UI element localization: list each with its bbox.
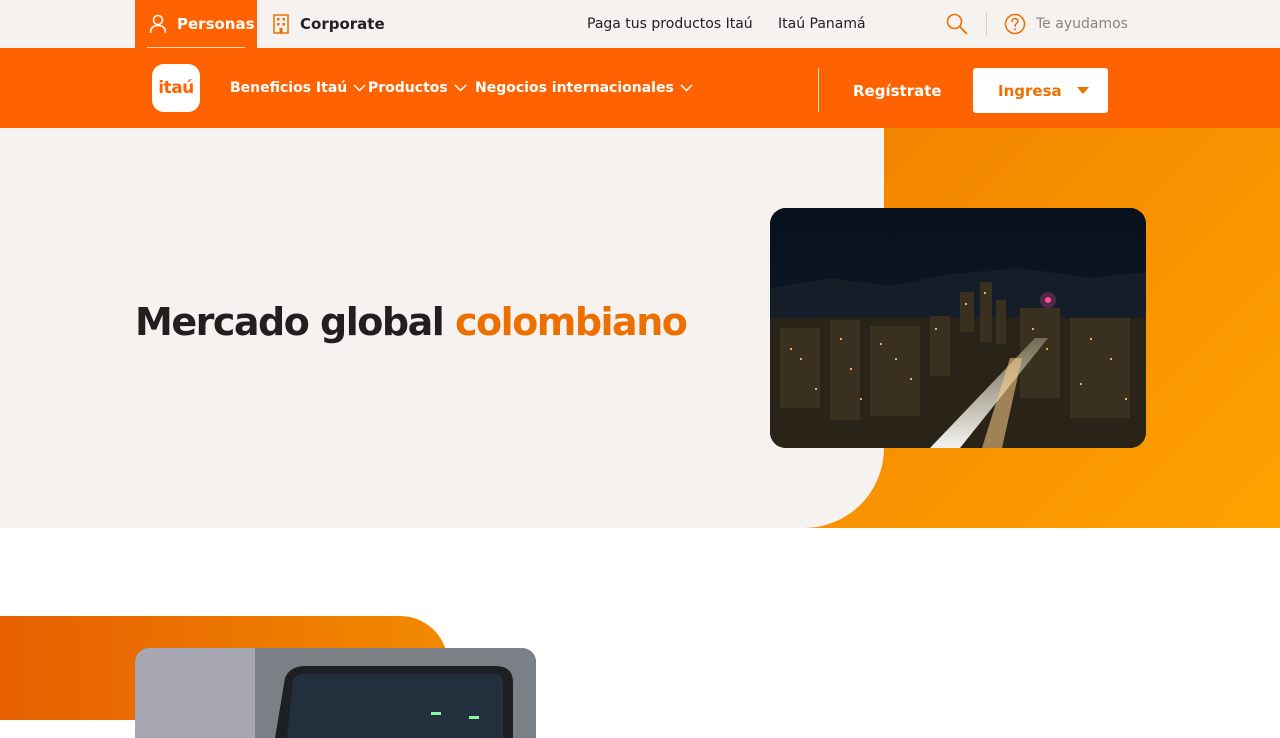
link-itau-panama[interactable]: Itaú Panamá	[778, 0, 866, 48]
hero-section: Mercado global colombiano	[0, 128, 1280, 528]
logo-text: itaú	[158, 78, 194, 98]
help-link[interactable]: Te ayudamos	[1004, 0, 1128, 48]
search-icon[interactable]	[946, 13, 968, 39]
tab-corporate[interactable]: Corporate	[272, 0, 385, 48]
itau-logo[interactable]: itaú	[152, 64, 200, 112]
login-button-label: Ingresa	[998, 81, 1062, 100]
help-icon	[1004, 13, 1026, 35]
tab-personas[interactable]: Personas	[135, 0, 257, 48]
login-button[interactable]: Ingresa	[973, 68, 1108, 113]
main-navbar: itaú Beneficios Itaú Productos Negocios …	[0, 48, 1280, 128]
caret-down-icon	[1076, 86, 1089, 95]
hero-title-main: Mercado global	[135, 300, 445, 344]
nav-productos-label: Productos	[368, 80, 448, 96]
top-utility-bar: Personas Corporate Paga tus productos It…	[0, 0, 1280, 48]
nav-negocios-internacionales[interactable]: Negocios internacionales	[475, 48, 693, 128]
register-link[interactable]: Regístrate	[853, 48, 942, 134]
hero-title-accent: colombiano	[454, 300, 688, 344]
tab-corporate-label: Corporate	[300, 15, 385, 33]
nav-beneficios[interactable]: Beneficios Itaú	[230, 48, 366, 128]
building-icon	[272, 14, 290, 34]
laptop-image	[135, 648, 536, 738]
nav-negocios-label: Negocios internacionales	[475, 80, 674, 96]
tab-personas-label: Personas	[177, 15, 255, 33]
help-label: Te ayudamos	[1036, 16, 1128, 32]
divider	[986, 12, 987, 36]
nav-productos[interactable]: Productos	[368, 48, 467, 128]
nav-beneficios-label: Beneficios Itaú	[230, 80, 348, 96]
link-paga-productos[interactable]: Paga tus productos Itaú	[587, 0, 753, 48]
chevron-down-icon	[353, 84, 366, 92]
chevron-down-icon	[680, 84, 693, 92]
hero-title: Mercado global colombiano	[135, 300, 688, 344]
chevron-down-icon	[454, 84, 467, 92]
hero-city-image	[770, 208, 1146, 448]
person-icon	[149, 14, 167, 34]
nav-divider	[818, 68, 819, 112]
